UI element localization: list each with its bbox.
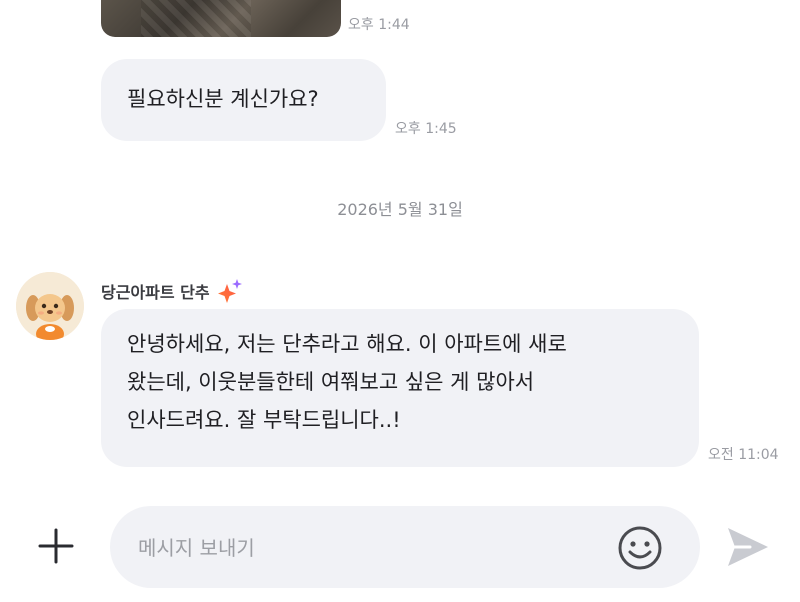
message-timestamp: 오후 1:45 bbox=[395, 121, 457, 137]
message-line: 안녕하세요, 저는 단추라고 해요. 이 아파트에 새로 bbox=[127, 332, 567, 356]
sender-name: 당근아파트 단추 bbox=[101, 283, 210, 302]
puppy-avatar-icon bbox=[16, 272, 84, 340]
send-icon bbox=[728, 528, 768, 566]
emoji-button[interactable] bbox=[616, 524, 664, 572]
date-separator: 2026년 5월 31일 bbox=[337, 200, 463, 219]
message-text: 필요하신분 계신가요? bbox=[127, 87, 319, 111]
message-bubble[interactable]: 필요하신분 계신가요? bbox=[101, 59, 386, 141]
message-timestamp: 오후 1:44 bbox=[348, 17, 410, 33]
message-composer bbox=[0, 490, 800, 602]
message-input-container[interactable] bbox=[110, 506, 700, 588]
sparkle-icon bbox=[217, 279, 242, 303]
message-bubble[interactable]: 안녕하세요, 저는 단추라고 해요. 이 아파트에 새로 왔는데, 이웃분들한테… bbox=[101, 309, 699, 467]
smiley-icon bbox=[618, 526, 662, 570]
message-input[interactable] bbox=[136, 524, 610, 572]
message-timestamp: 오전 11:04 bbox=[708, 447, 779, 463]
send-button[interactable] bbox=[724, 524, 772, 570]
plus-icon bbox=[38, 528, 74, 564]
add-attachment-button[interactable] bbox=[34, 524, 78, 568]
shared-photo[interactable] bbox=[101, 0, 341, 37]
sender-name-row[interactable]: 당근아파트 단추 bbox=[101, 278, 244, 304]
message-line: 인사드려요. 잘 부탁드립니다..! bbox=[127, 408, 401, 432]
message-line: 왔는데, 이웃분들한테 여쭤보고 싶은 게 많아서 bbox=[127, 370, 535, 394]
avatar[interactable] bbox=[16, 272, 84, 340]
